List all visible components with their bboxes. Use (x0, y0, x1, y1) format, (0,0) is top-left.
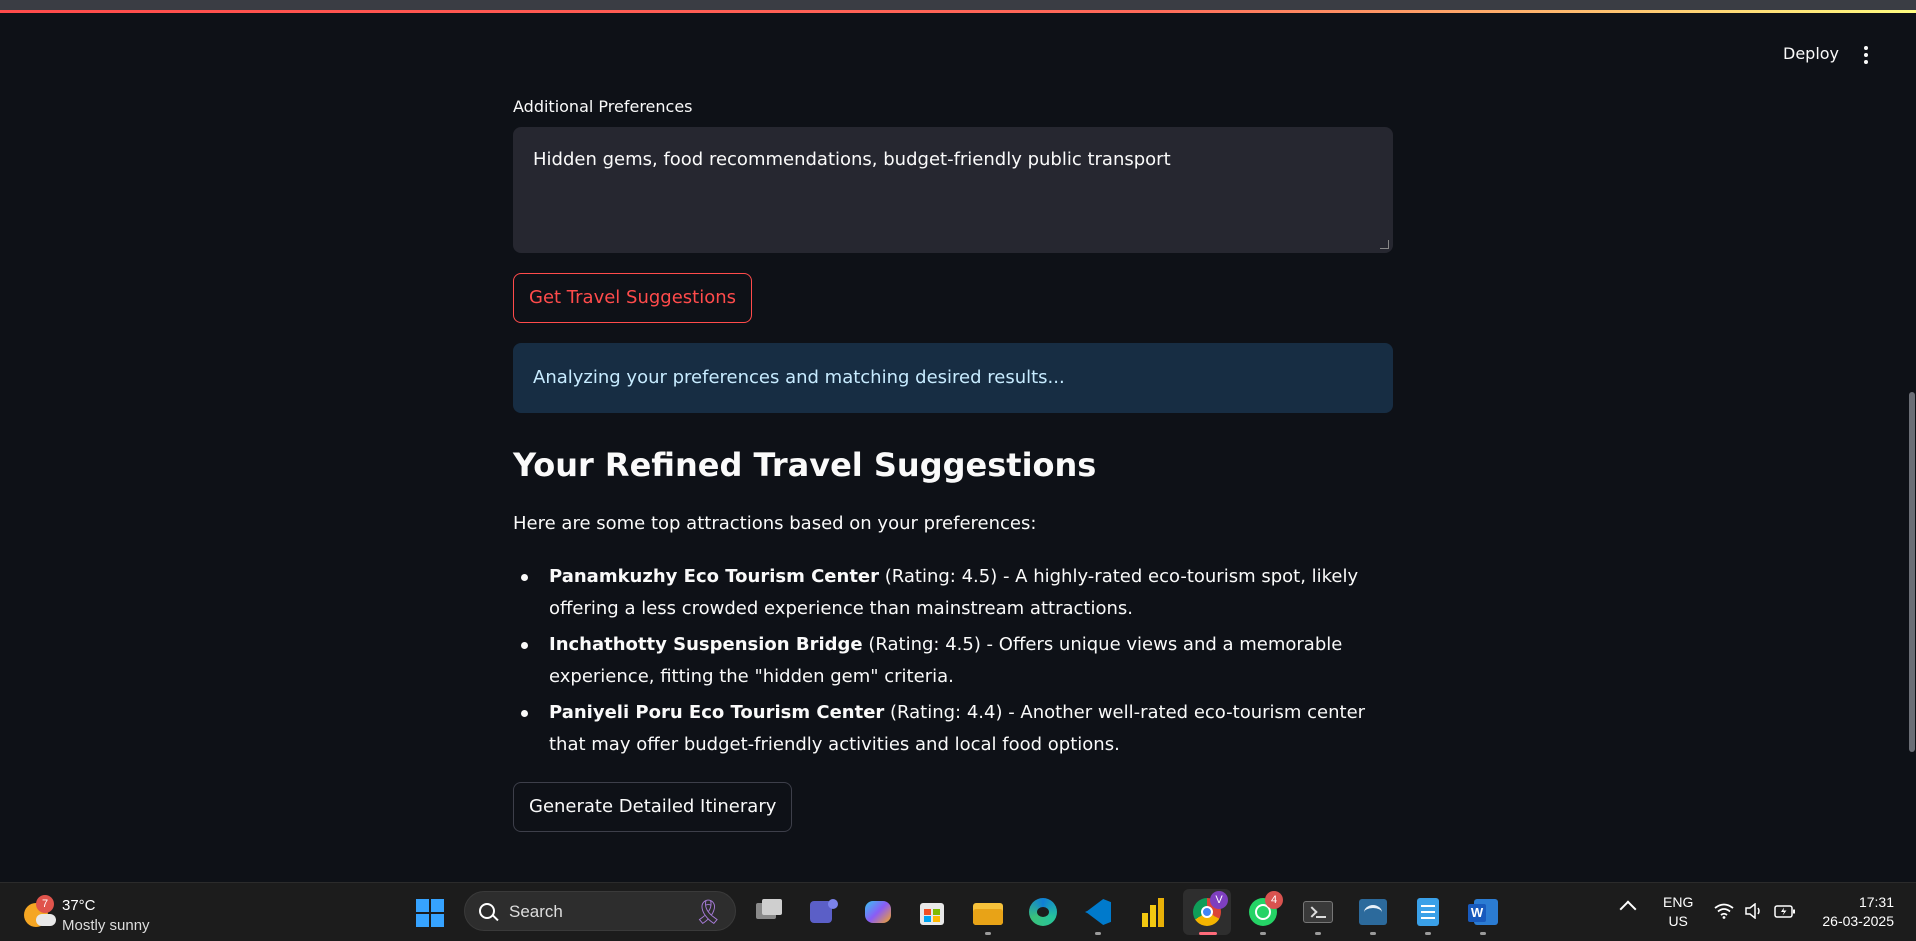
weather-temperature: 37°C (62, 897, 96, 914)
word-icon[interactable]: W (1466, 895, 1500, 929)
running-indicator (985, 932, 991, 935)
get-travel-suggestions-button[interactable]: Get Travel Suggestions (513, 273, 753, 323)
task-view-icon[interactable] (752, 895, 786, 929)
taskbar-search[interactable]: Search 🎗 (464, 891, 736, 931)
attraction-name: Paniyeli Poru Eco Tourism Center (549, 702, 885, 723)
search-icon (479, 903, 495, 919)
clock-time: 17:31 (1858, 894, 1894, 910)
deploy-button[interactable]: Deploy (1783, 44, 1839, 63)
list-item: Paniyeli Poru Eco Tourism Center (Rating… (513, 697, 1393, 761)
language-primary: ENG (1663, 894, 1694, 910)
windows-start-icon[interactable] (416, 899, 444, 927)
running-indicator (1260, 932, 1266, 935)
battery-icon[interactable] (1774, 903, 1796, 924)
edge-icon[interactable] (1026, 895, 1060, 929)
microsoft-store-icon[interactable] (915, 895, 949, 929)
results-intro: Here are some top attractions based on y… (513, 513, 1037, 534)
whatsapp-badge: 4 (1265, 891, 1283, 909)
info-alert: Analyzing your preferences and matching … (513, 343, 1393, 413)
wifi-icon[interactable] (1714, 903, 1734, 924)
mysql-workbench-icon[interactable] (1356, 895, 1390, 929)
list-item: Inchathotty Suspension Bridge (Rating: 4… (513, 629, 1393, 693)
attraction-name: Inchathotty Suspension Bridge (549, 634, 863, 655)
clock-date: 26-03-2025 (1822, 913, 1894, 929)
system-clock[interactable]: 17:31 26-03-2025 (1812, 893, 1894, 931)
search-placeholder: Search (509, 902, 563, 921)
weather-widget[interactable]: 7 37°C Mostly sunny (22, 889, 182, 935)
cloud-icon (36, 914, 56, 926)
running-indicator (1370, 932, 1376, 935)
list-item: Panamkuzhy Eco Tourism Center (Rating: 4… (513, 561, 1393, 625)
attraction-name: Panamkuzhy Eco Tourism Center (549, 566, 880, 587)
teams-icon[interactable] (806, 895, 840, 929)
preferences-value: Hidden gems, food recommendations, budge… (533, 149, 1171, 170)
notepad-icon[interactable] (1411, 895, 1445, 929)
weather-badge: 7 (36, 895, 54, 913)
running-indicator (1095, 932, 1101, 935)
volume-icon[interactable] (1744, 902, 1764, 924)
browser-top-bar (0, 0, 1916, 10)
results-heading: Your Refined Travel Suggestions (513, 446, 1097, 484)
chevron-up-icon[interactable] (1619, 900, 1637, 918)
running-indicator (1199, 932, 1217, 935)
chrome-profile-badge: V (1210, 891, 1228, 909)
language-secondary: US (1668, 913, 1688, 929)
awareness-ribbon-icon: 🎗 (693, 899, 724, 926)
main-menu-icon[interactable] (1862, 46, 1870, 66)
windows-taskbar: 7 37°C Mostly sunny Search 🎗 V 4 W ENG U… (0, 882, 1916, 941)
copilot-icon[interactable] (861, 895, 895, 929)
attractions-list: Panamkuzhy Eco Tourism Center (Rating: 4… (513, 561, 1393, 765)
scrollbar-thumb[interactable] (1909, 392, 1915, 752)
running-indicator (1315, 932, 1321, 935)
vscode-icon[interactable] (1081, 895, 1115, 929)
generate-itinerary-button[interactable]: Generate Detailed Itinerary (513, 782, 793, 832)
streamlit-decoration-line (0, 10, 1916, 13)
terminal-icon[interactable] (1301, 895, 1335, 929)
power-bi-icon[interactable] (1136, 895, 1170, 929)
preferences-textarea[interactable]: Hidden gems, food recommendations, budge… (513, 127, 1393, 253)
file-explorer-icon[interactable] (971, 895, 1005, 929)
weather-condition: Mostly sunny (62, 917, 150, 934)
resize-handle-icon[interactable] (1380, 240, 1389, 249)
language-indicator[interactable]: ENG US (1663, 893, 1693, 931)
running-indicator (1480, 932, 1486, 935)
preferences-label: Additional Preferences (513, 97, 693, 116)
running-indicator (1425, 932, 1431, 935)
